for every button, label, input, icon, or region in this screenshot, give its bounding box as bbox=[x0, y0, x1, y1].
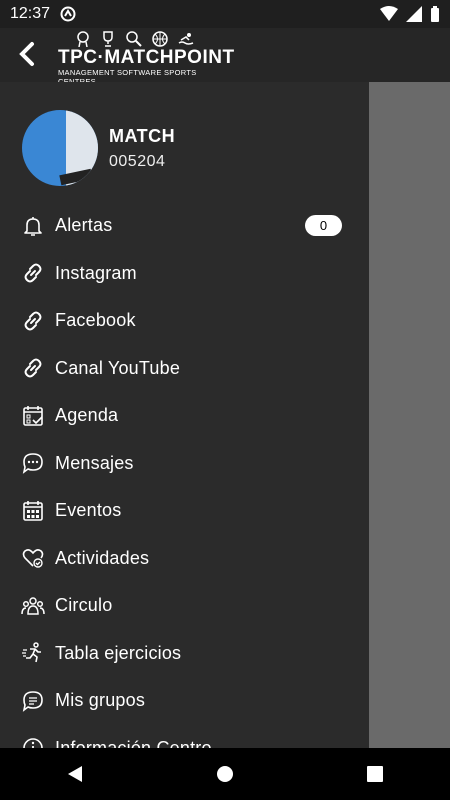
wifi-icon bbox=[380, 6, 398, 21]
menu-item-instagram[interactable]: Instagram bbox=[0, 250, 369, 298]
chat-lines-icon bbox=[22, 690, 43, 712]
running-icon bbox=[22, 642, 41, 663]
link-icon bbox=[24, 263, 42, 283]
alert-count-badge: 0 bbox=[305, 215, 342, 236]
menu-item-label: Información Centro bbox=[55, 737, 212, 748]
menu-item-label: Alertas bbox=[55, 215, 113, 236]
sync-notification-icon bbox=[60, 6, 76, 22]
menu-item-label: Circulo bbox=[55, 595, 113, 616]
menu-item-label: Agenda bbox=[55, 405, 119, 426]
calendar-grid-icon bbox=[23, 500, 43, 521]
nav-back-button[interactable] bbox=[55, 754, 95, 794]
menu-item-label: Eventos bbox=[55, 500, 122, 521]
info-icon bbox=[23, 738, 43, 748]
status-bar: 12:37 bbox=[0, 0, 450, 28]
menu-item-label: Facebook bbox=[55, 310, 136, 331]
menu-item-alertas[interactable]: Alertas 0 bbox=[0, 202, 369, 250]
user-name: MATCH bbox=[109, 126, 176, 146]
link-icon bbox=[24, 358, 42, 378]
menu-item-informacion-centro[interactable]: Información Centro bbox=[0, 725, 369, 748]
drawer-scrim[interactable] bbox=[369, 82, 450, 748]
brand-logo: TPC·MATCHPOINT MANAGEMENT SOFTWARE SPORT… bbox=[58, 30, 235, 86]
bell-icon bbox=[24, 216, 42, 236]
menu-item-tabla-ejercicios[interactable]: Tabla ejercicios bbox=[0, 630, 369, 678]
avatar[interactable] bbox=[22, 110, 98, 186]
circle-home-icon bbox=[217, 766, 233, 782]
group-icon bbox=[21, 597, 45, 615]
system-nav-bar bbox=[0, 748, 450, 800]
back-arrow-icon[interactable] bbox=[14, 40, 42, 68]
menu-item-label: Tabla ejercicios bbox=[55, 642, 182, 663]
app-bar: TPC·MATCHPOINT MANAGEMENT SOFTWARE SPORT… bbox=[0, 28, 450, 86]
nav-home-button[interactable] bbox=[205, 754, 245, 794]
menu-item-label: Mis grupos bbox=[55, 690, 146, 711]
triangle-back-icon bbox=[68, 766, 82, 782]
menu-item-label: Instagram bbox=[55, 262, 137, 283]
menu-item-canal-youtube[interactable]: Canal YouTube bbox=[0, 345, 369, 393]
drawer-menu: Alertas 0 Instagram Facebook Canal YouTu… bbox=[0, 202, 369, 748]
brand-name: TPC·MATCHPOINT bbox=[58, 47, 235, 68]
status-time: 12:37 bbox=[10, 5, 51, 22]
menu-item-actividades[interactable]: Actividades bbox=[0, 535, 369, 583]
signal-icon bbox=[406, 6, 422, 22]
battery-icon bbox=[431, 6, 439, 22]
chat-bubble-icon bbox=[22, 453, 43, 475]
nav-recents-button[interactable] bbox=[355, 754, 395, 794]
user-code: 005204 bbox=[109, 153, 166, 170]
menu-item-label: Actividades bbox=[55, 547, 150, 568]
medal-icon bbox=[77, 31, 89, 47]
menu-item-mis-grupos[interactable]: Mis grupos bbox=[0, 677, 369, 725]
menu-item-label: Mensajes bbox=[55, 452, 134, 473]
racket-icon bbox=[126, 31, 142, 47]
swimming-icon bbox=[178, 33, 194, 45]
square-recents-icon bbox=[367, 766, 383, 782]
link-icon bbox=[24, 311, 42, 331]
menu-item-agenda[interactable]: Agenda bbox=[0, 392, 369, 440]
heart-check-icon bbox=[22, 549, 44, 568]
navigation-drawer: MATCH 005204 Alertas 0 Instagram Faceboo… bbox=[0, 82, 369, 748]
menu-item-eventos[interactable]: Eventos bbox=[0, 487, 369, 535]
calendar-check-icon bbox=[23, 405, 43, 426]
menu-item-label: Canal YouTube bbox=[55, 357, 181, 378]
menu-item-circulo[interactable]: Circulo bbox=[0, 582, 369, 630]
trophy-icon bbox=[103, 31, 113, 47]
menu-item-facebook[interactable]: Facebook bbox=[0, 297, 369, 345]
basketball-icon bbox=[152, 31, 168, 47]
menu-item-mensajes[interactable]: Mensajes bbox=[0, 440, 369, 488]
